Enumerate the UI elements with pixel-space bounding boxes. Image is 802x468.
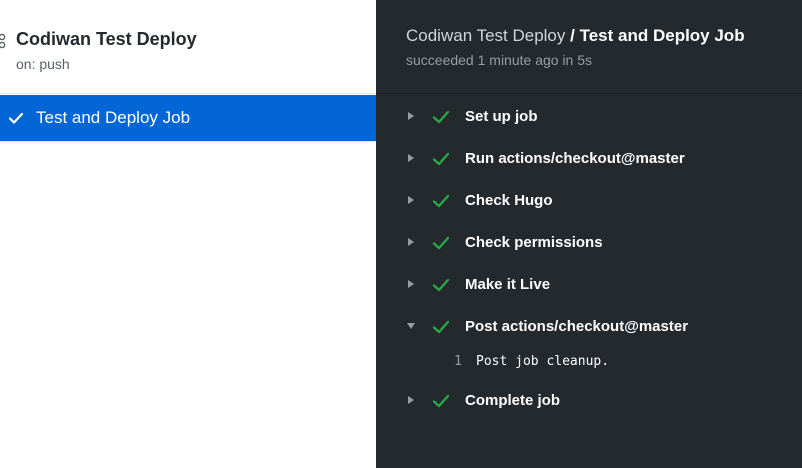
workflow-icon (0, 33, 6, 49)
step-label: Complete job (465, 392, 561, 409)
check-icon (432, 110, 450, 124)
check-icon (432, 236, 450, 250)
step-make-it-live[interactable]: Make it Live (376, 264, 802, 306)
breadcrumb-separator: / (570, 26, 575, 45)
caret-right-icon (408, 154, 414, 162)
caret-right-icon (408, 112, 414, 120)
check-icon (432, 394, 450, 408)
job-list-item-test-and-deploy[interactable]: Test and Deploy Job (0, 95, 376, 141)
step-run-checkout[interactable]: Run actions/checkout@master (376, 138, 802, 180)
log-line-text: Post job cleanup. (476, 354, 610, 369)
actions-run-view: Codiwan Test Deploy on: push Test and De… (0, 0, 802, 468)
caret-right-icon (408, 396, 414, 404)
step-post-checkout[interactable]: Post actions/checkout@master (376, 306, 802, 348)
divider (0, 141, 376, 142)
step-check-permissions[interactable]: Check permissions (376, 222, 802, 264)
caret-right-icon (408, 238, 414, 246)
steps-list: Set up job Run actions/checkout@master C… (376, 96, 802, 422)
breadcrumb-job: Test and Deploy Job (579, 26, 745, 45)
check-icon (432, 278, 450, 292)
step-complete-job[interactable]: Complete job (376, 380, 802, 422)
breadcrumb-workflow[interactable]: Codiwan Test Deploy (406, 26, 565, 45)
log-line-number[interactable]: 1 (446, 354, 462, 369)
step-label: Check Hugo (465, 192, 553, 209)
breadcrumb: Codiwan Test Deploy / Test and Deploy Jo… (406, 26, 745, 46)
workflow-sidebar: Codiwan Test Deploy on: push Test and De… (0, 0, 376, 468)
workflow-trigger: on: push (16, 56, 70, 72)
step-label: Run actions/checkout@master (465, 150, 685, 167)
job-list-item-label: Test and Deploy Job (36, 108, 191, 127)
step-set-up-job[interactable]: Set up job (376, 96, 802, 138)
caret-right-icon (408, 280, 414, 288)
step-label: Post actions/checkout@master (465, 318, 689, 335)
check-icon (432, 320, 450, 334)
step-label: Set up job (465, 108, 538, 125)
job-header: Codiwan Test Deploy / Test and Deploy Jo… (376, 0, 802, 94)
check-icon (8, 112, 24, 124)
job-status-text: succeeded 1 minute ago in 5s (406, 52, 593, 68)
log-line: 1 Post job cleanup. (376, 348, 802, 380)
workflow-header: Codiwan Test Deploy on: push (0, 0, 376, 94)
workflow-title: Codiwan Test Deploy (16, 29, 197, 49)
job-log-panel: Codiwan Test Deploy / Test and Deploy Jo… (376, 0, 802, 468)
caret-down-icon (407, 323, 415, 329)
check-icon (432, 194, 450, 208)
step-label: Make it Live (465, 276, 551, 293)
check-icon (432, 152, 450, 166)
caret-right-icon (408, 196, 414, 204)
step-check-hugo[interactable]: Check Hugo (376, 180, 802, 222)
step-label: Check permissions (465, 234, 603, 251)
